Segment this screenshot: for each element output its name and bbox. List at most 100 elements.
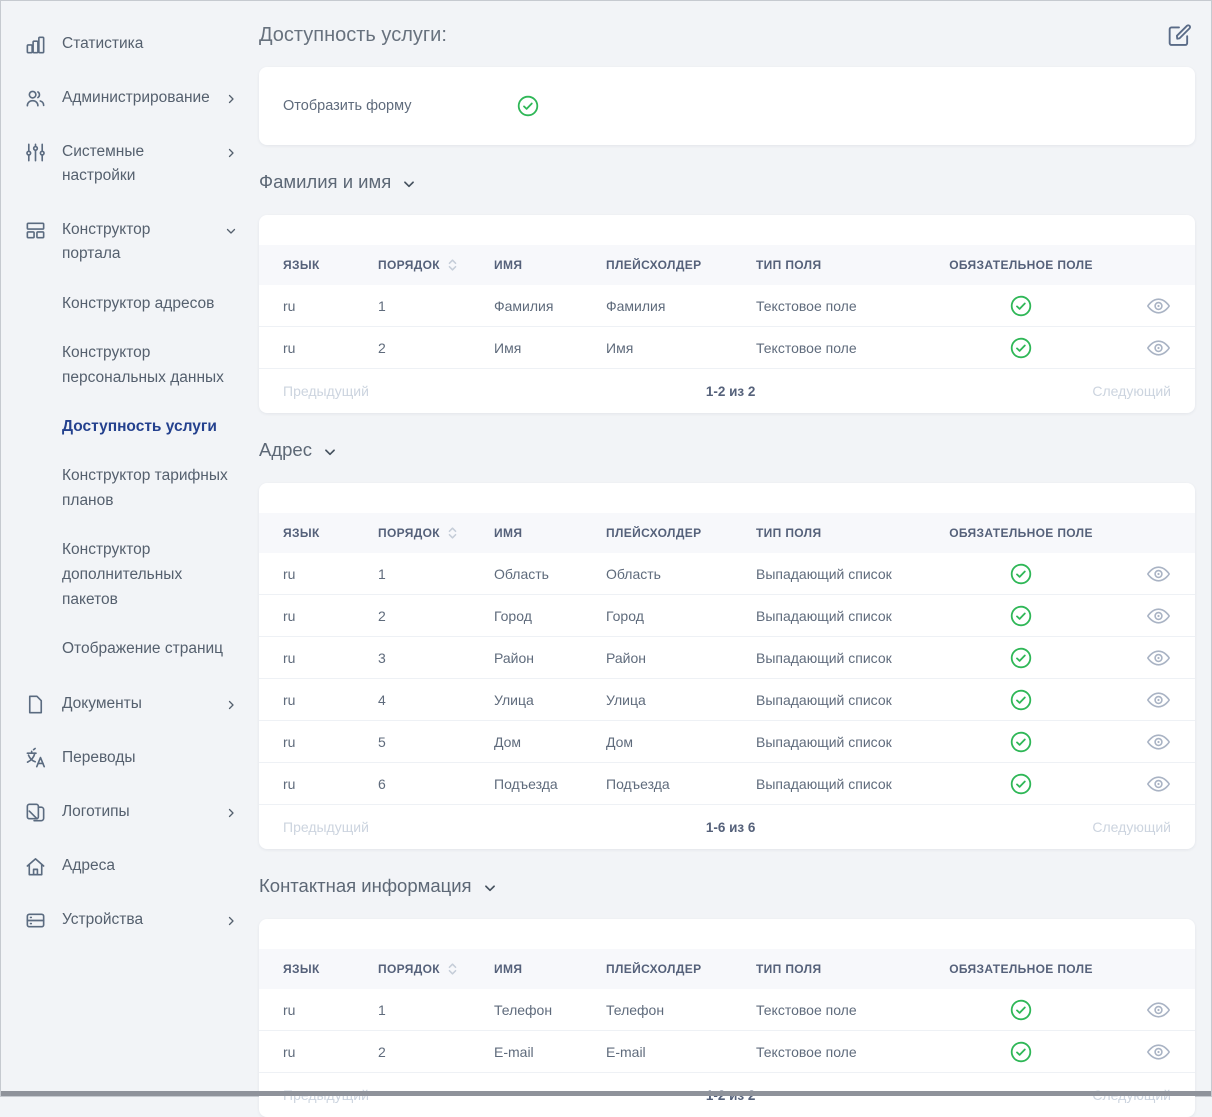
sidebar-item-statistics[interactable]: Статистика — [9, 17, 241, 71]
section-title[interactable]: Адрес — [259, 439, 1195, 461]
pagination-previous-button[interactable]: Предыдущий — [283, 819, 369, 835]
devices-icon — [24, 909, 47, 932]
submenu-item-service-availability[interactable]: Доступность услуги — [62, 402, 237, 451]
eye-icon[interactable] — [1146, 649, 1171, 667]
column-header-order[interactable]: ПОРЯДОК — [378, 526, 494, 540]
table-body: ru 1 Фамилия Фамилия Текстовое поле ru 2… — [259, 285, 1195, 368]
form-section: Фамилия и имя ЯЗЫК ПОРЯДОК ИМЯ ПЛЕЙСХОЛД… — [259, 171, 1195, 413]
submenu-item-pages-display[interactable]: Отображение страниц — [62, 624, 237, 673]
cell-field-type: Текстовое поле — [756, 298, 941, 314]
pagination-previous-button[interactable]: Предыдущий — [283, 383, 369, 399]
pagination-next-button[interactable]: Следующий — [1092, 383, 1171, 399]
cell-field-type: Выпадающий список — [756, 608, 941, 624]
sidebar-item-label: Администрирование — [62, 86, 210, 110]
column-header-order[interactable]: ПОРЯДОК — [378, 258, 494, 272]
column-header-required: ОБЯЗАТЕЛЬНОЕ ПОЛЕ — [941, 962, 1101, 976]
cell-field-type: Текстовое поле — [756, 340, 941, 356]
cell-placeholder: Фамилия — [606, 298, 756, 314]
cell-placeholder: Улица — [606, 692, 756, 708]
portal-constructor-submenu: Конструктор адресов Конструктор персонал… — [9, 279, 241, 673]
cell-actions — [1101, 775, 1171, 793]
form-section: Адрес ЯЗЫК ПОРЯДОК ИМЯ ПЛЕЙСХОЛДЕР ТИП П… — [259, 439, 1195, 849]
cell-required — [941, 1041, 1101, 1063]
sort-icon[interactable] — [446, 526, 459, 540]
column-header-language: ЯЗЫК — [283, 258, 378, 272]
cell-order: 5 — [378, 734, 494, 750]
cell-language: ru — [283, 1002, 378, 1018]
layout-icon — [24, 219, 47, 242]
cell-required — [941, 999, 1101, 1021]
cell-order: 3 — [378, 650, 494, 666]
cell-name: E-mail — [494, 1044, 606, 1060]
edit-icon[interactable] — [1165, 21, 1193, 49]
submenu-item-additional-packages-constructor[interactable]: Конструктор дополнительных пакетов — [62, 525, 237, 624]
sidebar-item-administration[interactable]: Администрирование — [9, 71, 241, 125]
cell-field-type: Выпадающий список — [756, 650, 941, 666]
table-card: ЯЗЫК ПОРЯДОК ИМЯ ПЛЕЙСХОЛДЕР ТИП ПОЛЯ ОБ… — [259, 483, 1195, 849]
cell-language: ru — [283, 650, 378, 666]
cell-required — [941, 563, 1101, 585]
table-pagination: Предыдущий 1-2 из 2 Следующий — [259, 368, 1195, 413]
section-title-text: Контактная информация — [259, 875, 472, 897]
eye-icon[interactable] — [1146, 339, 1171, 357]
cell-language: ru — [283, 1044, 378, 1060]
eye-icon[interactable] — [1146, 691, 1171, 709]
column-header-field-type: ТИП ПОЛЯ — [756, 258, 941, 272]
sidebar-item-portal-constructor[interactable]: Конструктор портала — [9, 203, 241, 281]
sidebar-item-addresses[interactable]: Адреса — [9, 839, 241, 893]
section-title[interactable]: Контактная информация — [259, 875, 1195, 897]
eye-icon[interactable] — [1146, 1043, 1171, 1061]
table-header-row: ЯЗЫК ПОРЯДОК ИМЯ ПЛЕЙСХОЛДЕР ТИП ПОЛЯ ОБ… — [259, 245, 1195, 285]
sidebar-item-translations[interactable]: Переводы — [9, 731, 241, 785]
check-circle-icon — [1010, 1041, 1032, 1063]
table-header-row: ЯЗЫК ПОРЯДОК ИМЯ ПЛЕЙСХОЛДЕР ТИП ПОЛЯ ОБ… — [259, 513, 1195, 553]
sort-icon[interactable] — [446, 258, 459, 272]
cell-required — [941, 605, 1101, 627]
cell-field-type: Выпадающий список — [756, 692, 941, 708]
eye-icon[interactable] — [1146, 297, 1171, 315]
section-title[interactable]: Фамилия и имя — [259, 171, 1195, 193]
sidebar-item-logos[interactable]: Логотипы — [9, 785, 241, 839]
form-sections: Фамилия и имя ЯЗЫК ПОРЯДОК ИМЯ ПЛЕЙСХОЛД… — [259, 171, 1195, 1117]
cell-language: ru — [283, 340, 378, 356]
cell-name: Район — [494, 650, 606, 666]
check-circle-icon — [1010, 337, 1032, 359]
window-bottom-edge — [1, 1091, 1211, 1096]
cell-order: 4 — [378, 692, 494, 708]
cell-language: ru — [283, 776, 378, 792]
main-content: Доступность услуги: Отобразить форму Фам… — [259, 1, 1211, 1096]
submenu-item-address-constructor[interactable]: Конструктор адресов — [62, 279, 237, 328]
eye-icon[interactable] — [1146, 565, 1171, 583]
chevron-right-icon — [225, 915, 237, 927]
eye-icon[interactable] — [1146, 1001, 1171, 1019]
cell-placeholder: E-mail — [606, 1044, 756, 1060]
cell-placeholder: Имя — [606, 340, 756, 356]
pagination-next-button[interactable]: Следующий — [1092, 819, 1171, 835]
eye-icon[interactable] — [1146, 607, 1171, 625]
cell-actions — [1101, 297, 1171, 315]
sidebar-item-documents[interactable]: Документы — [9, 677, 241, 731]
cell-name: Область — [494, 566, 606, 582]
cell-required — [941, 337, 1101, 359]
column-header-required: ОБЯЗАТЕЛЬНОЕ ПОЛЕ — [941, 526, 1101, 540]
table-row: ru 1 Телефон Телефон Текстовое поле — [259, 989, 1195, 1031]
cell-required — [941, 647, 1101, 669]
submenu-item-personal-data-constructor[interactable]: Конструктор персональных данных — [62, 328, 237, 402]
column-header-order[interactable]: ПОРЯДОК — [378, 962, 494, 976]
sidebar-item-devices[interactable]: Устройства — [9, 893, 241, 947]
sort-icon[interactable] — [446, 962, 459, 976]
cell-actions — [1101, 1043, 1171, 1061]
chevron-down-icon — [225, 225, 237, 237]
eye-icon[interactable] — [1146, 733, 1171, 751]
table-row: ru 3 Район Район Выпадающий список — [259, 637, 1195, 679]
table-body: ru 1 Телефон Телефон Текстовое поле ru 2… — [259, 989, 1195, 1072]
cell-name: Фамилия — [494, 298, 606, 314]
eye-icon[interactable] — [1146, 775, 1171, 793]
column-header-language: ЯЗЫК — [283, 526, 378, 540]
sidebar-item-system-settings[interactable]: Системные настройки — [9, 125, 241, 203]
submenu-item-tariff-plans-constructor[interactable]: Конструктор тарифных планов — [62, 451, 237, 525]
column-header-required: ОБЯЗАТЕЛЬНОЕ ПОЛЕ — [941, 258, 1101, 272]
table-header-row: ЯЗЫК ПОРЯДОК ИМЯ ПЛЕЙСХОЛДЕР ТИП ПОЛЯ ОБ… — [259, 949, 1195, 989]
logos-icon — [24, 801, 47, 824]
chevron-down-icon — [323, 445, 337, 459]
